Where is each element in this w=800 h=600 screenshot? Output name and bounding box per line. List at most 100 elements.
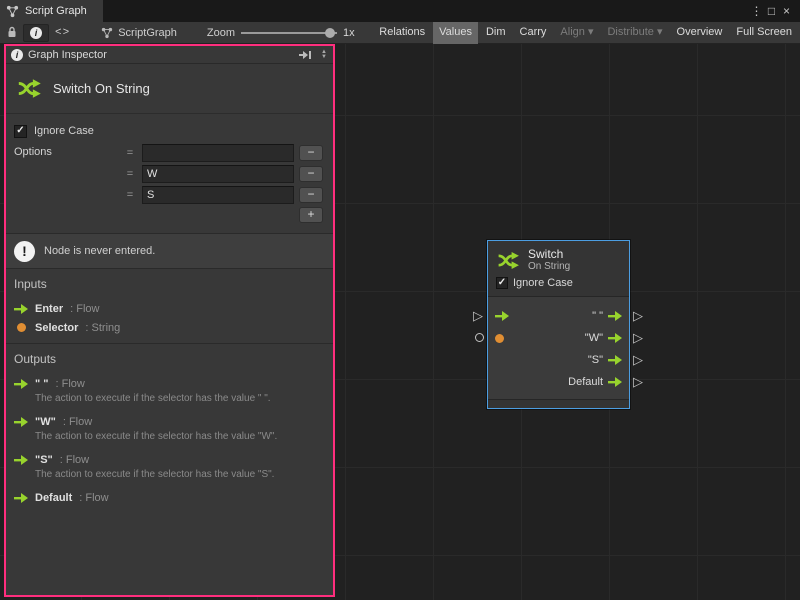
lock-icon bbox=[7, 26, 17, 39]
option-row: = − bbox=[123, 186, 323, 204]
node-ignore-case-row: ✓ Ignore Case bbox=[488, 275, 629, 296]
tab-script-graph[interactable]: Script Graph bbox=[0, 0, 103, 22]
check-icon: ✓ bbox=[16, 126, 24, 136]
output-port-triangle-icon[interactable]: ▷ bbox=[633, 330, 643, 345]
script-graph-icon bbox=[6, 5, 19, 18]
dim-button[interactable]: Dim bbox=[480, 22, 512, 44]
options-list: = − = − = − + bbox=[123, 144, 323, 223]
values-button[interactable]: Values bbox=[433, 22, 478, 44]
node-output-label: Default bbox=[568, 376, 603, 388]
selector-string-port-icon[interactable] bbox=[495, 334, 504, 343]
port-name: "S" bbox=[35, 454, 53, 466]
option-input[interactable] bbox=[142, 165, 294, 183]
remove-option-button[interactable]: − bbox=[299, 187, 323, 203]
node-port-row: Default bbox=[488, 371, 629, 393]
info-icon: i bbox=[11, 49, 23, 61]
ignore-case-checkbox[interactable]: ✓ bbox=[14, 125, 27, 138]
tab-label: Script Graph bbox=[25, 5, 87, 17]
panel-scroll-stepper[interactable]: ▲ ▼ bbox=[317, 50, 331, 60]
edit-script-button[interactable]: <> bbox=[51, 24, 74, 42]
drag-handle-icon[interactable]: = bbox=[123, 189, 137, 201]
output-port-triangle-icon[interactable]: ▷ bbox=[633, 308, 643, 323]
code-icon: <> bbox=[55, 27, 70, 39]
distribute-dropdown[interactable]: Distribute ▾ bbox=[601, 22, 668, 44]
port-type: : Flow bbox=[63, 416, 92, 428]
window-menu-icon[interactable]: ⋮ bbox=[749, 0, 764, 22]
port-name: Enter bbox=[35, 303, 63, 315]
node-output-label: " " bbox=[592, 310, 603, 322]
carry-button[interactable]: Carry bbox=[514, 22, 553, 44]
remove-option-button[interactable]: − bbox=[299, 145, 323, 161]
option-input[interactable] bbox=[142, 144, 294, 162]
port-type: : Flow bbox=[79, 492, 108, 504]
add-option-button[interactable]: + bbox=[299, 207, 323, 223]
flow-out-port-icon[interactable] bbox=[608, 377, 622, 387]
node-port-row: " " bbox=[488, 305, 629, 327]
titlebar: Script Graph ⋮ □ × bbox=[0, 0, 800, 22]
close-icon[interactable]: × bbox=[779, 0, 794, 22]
port-description: The action to execute if the selector ha… bbox=[35, 469, 325, 481]
breadcrumb-label: ScriptGraph bbox=[118, 27, 177, 39]
switch-icon bbox=[16, 75, 43, 102]
flow-port-icon bbox=[14, 493, 28, 503]
port-name: " " bbox=[35, 378, 49, 390]
zoom-slider[interactable] bbox=[241, 27, 337, 39]
port-type: : Flow bbox=[56, 378, 85, 390]
output-port-triangle-icon[interactable]: ▷ bbox=[633, 352, 643, 367]
switch-on-string-node[interactable]: Switch On String ✓ Ignore Case " " "W bbox=[487, 240, 630, 409]
graph-inspector-panel: i Graph Inspector ▲ ▼ Switch On String bbox=[4, 44, 335, 597]
port-type: : String bbox=[85, 322, 120, 334]
output-row: " " : Flow bbox=[14, 374, 325, 393]
output-port-triangle-icon[interactable]: ▷ bbox=[633, 374, 643, 389]
inspector-properties: ✓ Ignore Case Options = − = − bbox=[6, 114, 333, 231]
warning-icon: ! bbox=[14, 241, 35, 262]
overview-button[interactable]: Overview bbox=[671, 22, 729, 44]
string-port-icon bbox=[17, 323, 26, 332]
enter-flow-port-icon[interactable] bbox=[495, 311, 509, 321]
fullscreen-button[interactable]: Full Screen bbox=[730, 22, 798, 44]
selector-port-ring-icon[interactable] bbox=[475, 333, 484, 342]
zoom-slider-handle[interactable] bbox=[325, 28, 335, 38]
lock-button[interactable] bbox=[3, 24, 21, 42]
enter-port-triangle-icon[interactable]: ▷ bbox=[473, 308, 483, 323]
node-title: Switch bbox=[528, 247, 570, 261]
node-ignore-case-checkbox[interactable]: ✓ bbox=[496, 277, 508, 289]
flow-out-port-icon[interactable] bbox=[608, 311, 622, 321]
port-name: "W" bbox=[35, 416, 56, 428]
output-row: Default : Flow bbox=[14, 488, 325, 507]
options-field: Options = − = − = − bbox=[14, 144, 323, 223]
graph-breadcrumb[interactable]: ScriptGraph bbox=[101, 27, 177, 39]
node-ignore-case-label: Ignore Case bbox=[513, 277, 573, 289]
zoom-value: 1x bbox=[343, 27, 355, 39]
node-output-label: "S" bbox=[588, 354, 603, 366]
flow-port-icon bbox=[14, 379, 28, 389]
port-type: : Flow bbox=[60, 454, 89, 466]
remove-option-button[interactable]: − bbox=[299, 166, 323, 182]
warning-bar: ! Node is never entered. bbox=[6, 233, 333, 269]
scroll-down-icon[interactable]: ▼ bbox=[321, 55, 327, 60]
switch-icon bbox=[496, 248, 521, 273]
outputs-header: Outputs bbox=[14, 352, 325, 366]
output-row: "S" : Flow bbox=[14, 450, 325, 469]
dock-panel-icon[interactable] bbox=[299, 50, 312, 60]
align-dropdown[interactable]: Align ▾ bbox=[554, 22, 599, 44]
option-row: = − bbox=[123, 144, 323, 162]
flow-port-icon bbox=[14, 455, 28, 465]
port-type: : Flow bbox=[70, 303, 99, 315]
flow-out-port-icon[interactable] bbox=[608, 355, 622, 365]
maximize-icon[interactable]: □ bbox=[764, 0, 779, 22]
node-port-area: " " "W" "S" Default bbox=[488, 296, 629, 399]
option-input[interactable] bbox=[142, 186, 294, 204]
drag-handle-icon[interactable]: = bbox=[123, 147, 137, 159]
drag-handle-icon[interactable]: = bbox=[123, 168, 137, 180]
relations-button[interactable]: Relations bbox=[373, 22, 431, 44]
node-port-row: "W" bbox=[488, 327, 629, 349]
node-port-row: "S" bbox=[488, 349, 629, 371]
check-icon: ✓ bbox=[498, 278, 506, 288]
inspector-header: i Graph Inspector ▲ ▼ bbox=[6, 46, 333, 64]
node-output-label: "W" bbox=[585, 332, 603, 344]
port-description: The action to execute if the selector ha… bbox=[35, 431, 325, 443]
flow-out-port-icon[interactable] bbox=[608, 333, 622, 343]
flow-port-icon bbox=[14, 304, 28, 314]
inspector-toggle-button[interactable]: i bbox=[23, 24, 49, 42]
